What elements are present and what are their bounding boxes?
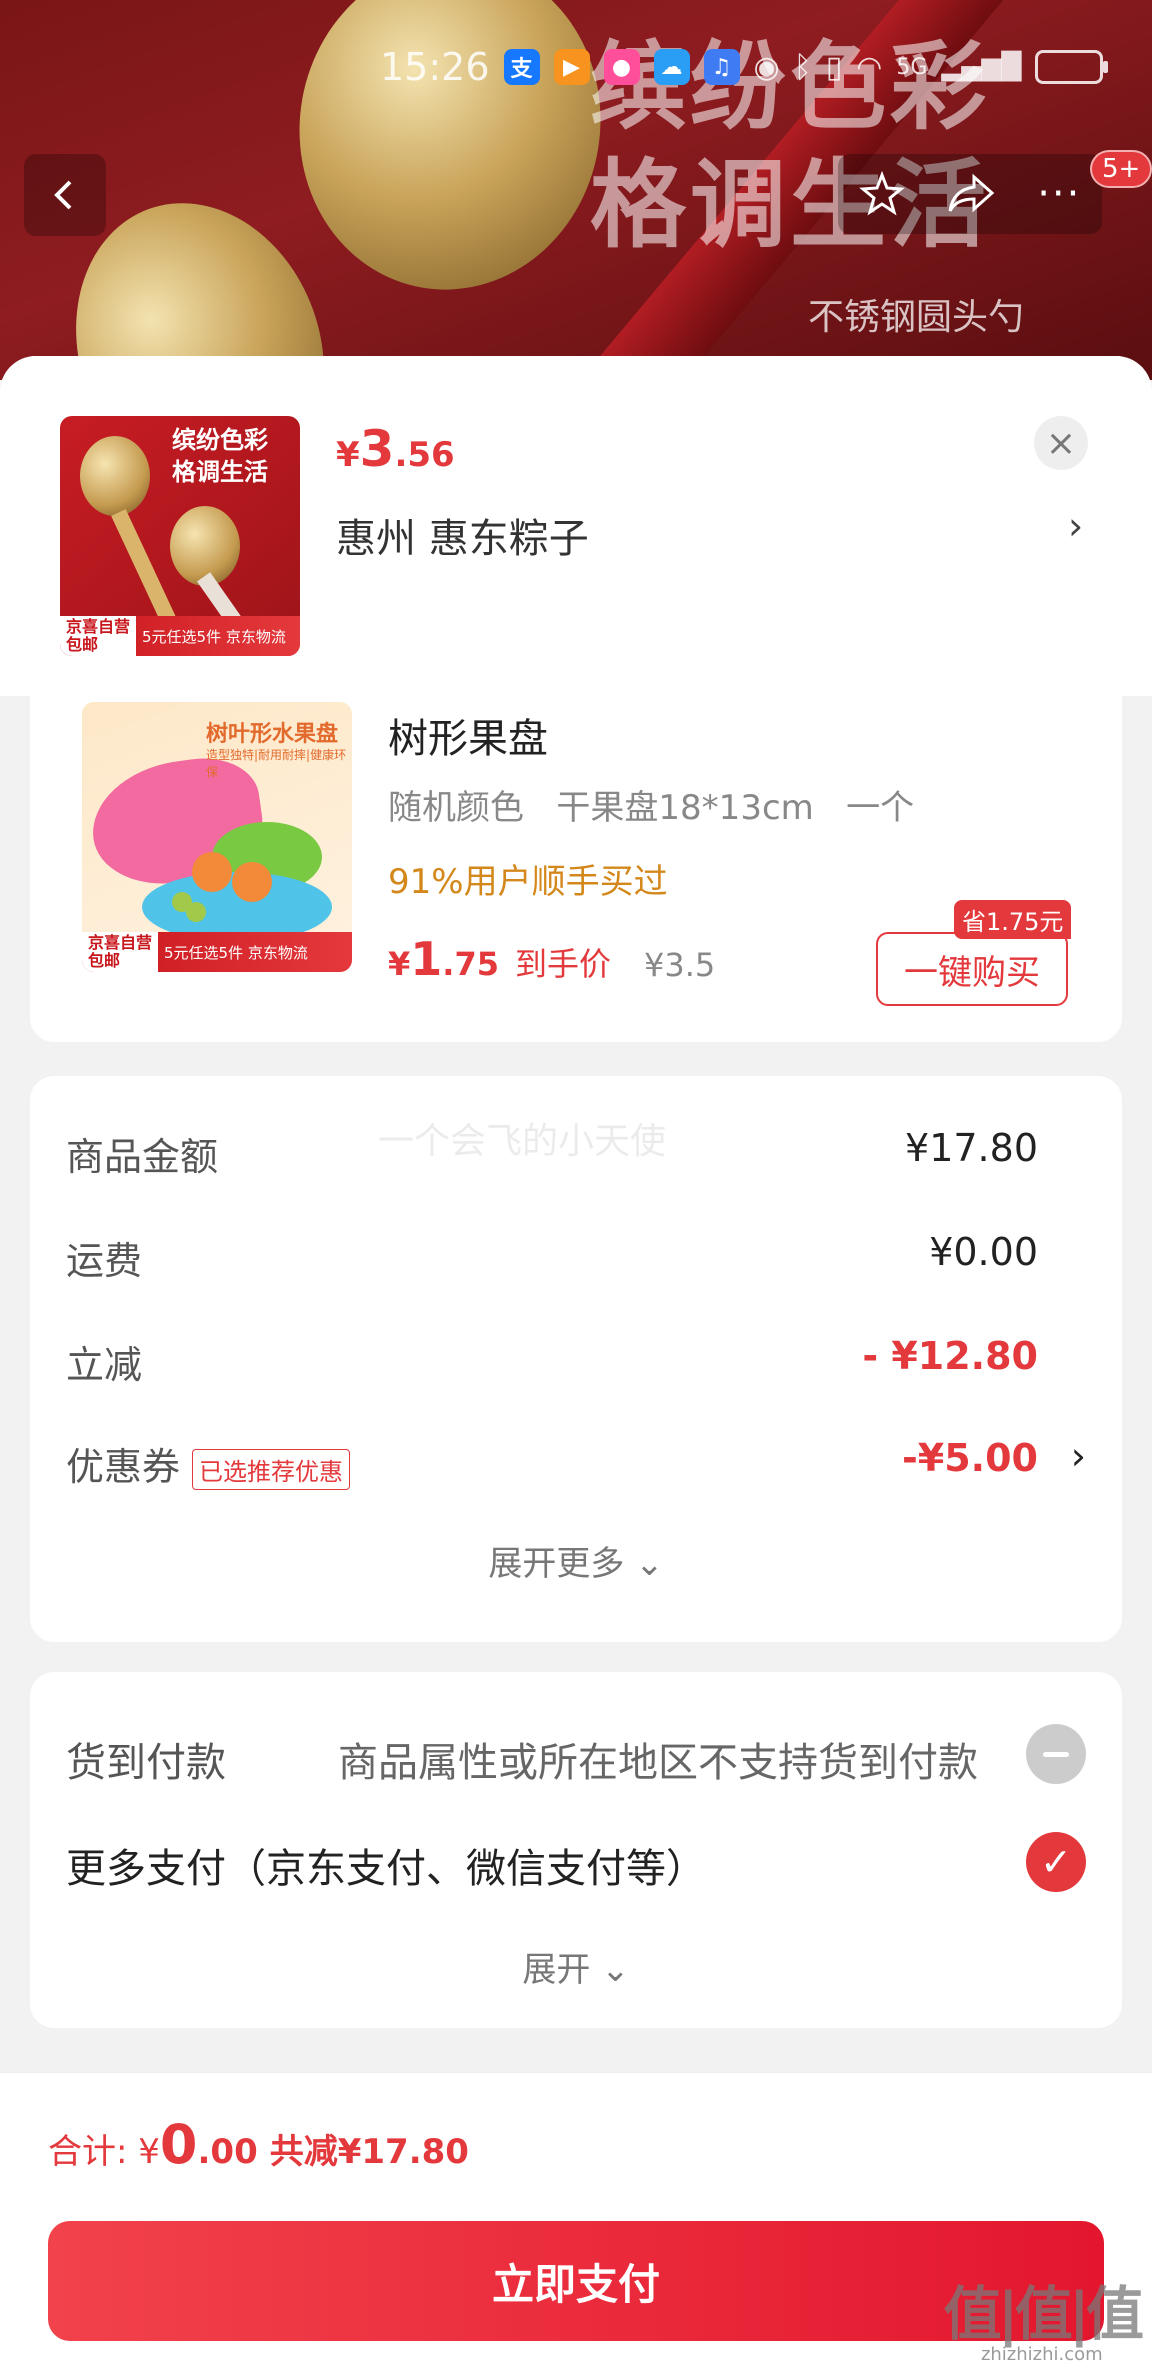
expand-more-button[interactable]: 展开更多 ⌄ [30,1536,1122,1585]
checkmark-icon[interactable]: ✓ [1026,1832,1086,1892]
disabled-radio-icon [1026,1724,1086,1784]
vibrate-icon: ▯ [825,49,843,85]
more-payment-option[interactable]: 更多支付（京东支付、微信支付等） [66,1836,706,1894]
tmall-icon: ● [603,49,640,85]
thumbnail-promo-tag: 京喜自营 包邮 5元任选5件 京东物流 [60,616,300,656]
coupon-tag: 已选推荐优惠 [192,1449,351,1490]
thumbnail-promo-tag: 京喜自营 包邮 5元任选5件 京东物流 [82,932,352,972]
hero-subtitle: 不锈钢圆头勺 [808,297,1025,338]
cash-on-delivery-note: 商品属性或所在地区不支持货到付款 [338,1740,978,1786]
fruit-graphic [232,862,272,902]
save-badge: 省1.75元 [954,900,1072,939]
back-button[interactable] [24,154,106,236]
chevron-down-icon: ⌄ [601,1950,630,1990]
star-icon[interactable] [858,171,905,217]
addon-original-price: ¥3.5 [644,946,716,984]
spoon-graphic [80,436,150,516]
alipay-icon: 支 [503,49,540,85]
music-icon: ♫ [703,49,740,85]
close-icon: × [1045,422,1077,464]
delivery-address[interactable]: 惠州 惠东粽子 [336,506,589,564]
site-watermark-logo: 值|值|值 zhizhizhi.com [943,2280,1144,2365]
chevron-left-icon [54,180,72,210]
cash-on-delivery-label: 货到付款 [66,1740,226,1786]
spoon-graphic [170,506,240,586]
checkout-bottom-bar: 合计: ¥0.00 共减¥17.80 立即支付 值|值|值 zhizhizhi.c… [0,2072,1152,2377]
more-icon[interactable]: ··· [1037,171,1081,217]
coupon-value[interactable]: -¥5.00 [902,1436,1038,1480]
coupon-label: 优惠券 [66,1445,181,1489]
bluetooth-icon: ᛒ [793,49,812,85]
chevron-right-icon[interactable]: › [1068,504,1083,548]
close-button[interactable]: × [1034,416,1088,470]
payment-method-card: 货到付款 商品属性或所在地区不支持货到付款 更多支付（京东支付、微信支付等） ✓… [30,1672,1122,2028]
addon-spec: 随机颜色 干果盘18*13cm 一个 [388,788,915,828]
signal-icon: ▂▄▆█ [941,52,1022,82]
coupon-row[interactable]: 优惠券 已选推荐优惠 [66,1436,351,1491]
addon-name[interactable]: 树形果盘 [388,706,548,764]
thumbnail-subcaption: 造型独特|耐用耐摔|健康环保 [206,748,347,779]
shipping-value: ¥0.00 [929,1230,1038,1274]
goods-amount-label: 商品金额 [66,1135,219,1179]
addon-price: ¥1.75 到手价 [388,932,611,986]
thumbnail-caption: 缤纷色彩 格调生活 [172,426,268,486]
instant-discount-value: - ¥12.80 [862,1334,1038,1378]
grape-graphic [186,902,206,922]
message-count-badge: 5+ [1090,150,1152,188]
instant-discount-label: 立减 [66,1343,143,1387]
product-thumbnail: 缤纷色彩 格调生活 京喜自营 包邮 5元任选5件 京东物流 [60,416,300,656]
order-summary-card: 一个会飞的小天使 商品金额 ¥17.80 运费 ¥0.00 立减 - ¥12.8… [30,1076,1122,1642]
expand-payment-button[interactable]: 展开 ⌄ [30,1942,1122,1991]
eye-icon: ◉ [753,49,780,85]
product-price: ¥3.56 [336,420,455,478]
total-saved: 共减¥17.80 [269,2132,469,2172]
addon-social-proof: 91%用户顺手买过 [388,862,668,902]
share-icon[interactable] [946,171,996,217]
shipping-label: 运费 [66,1239,143,1283]
top-action-group: ··· [838,154,1102,234]
thumbnail-caption: 树叶形水果盘 [206,722,339,747]
5g-signal-icon: 5G [896,54,928,80]
weather-icon: ☁ [653,49,690,85]
fruit-graphic [192,852,232,892]
wifi-icon: ◠ [856,49,883,85]
goods-amount-value: ¥17.80 [905,1126,1038,1170]
recommended-addon-card: 树叶形水果盘 造型独特|耐用耐摔|健康环保 京喜自营 包邮 5元任选5件 京东物流… [30,692,1122,1042]
status-bar: 15:26 支 ▶ ● ☁ ♫ ◉ ᛒ ▯ ◠ 5G ▂▄▆█ [380,42,1109,92]
chevron-right-icon[interactable]: › [1071,1434,1086,1478]
order-total: 合计: ¥0.00 共减¥17.80 [48,2113,469,2176]
selected-product-header: 缤纷色彩 格调生活 京喜自营 包邮 5元任选5件 京东物流 ¥3.56 × 惠州 … [0,356,1152,696]
status-time: 15:26 [380,45,490,89]
chevron-down-icon: ⌄ [635,1544,664,1584]
one-click-buy-button[interactable]: 一键购买 [876,932,1068,1006]
addon-thumbnail: 树叶形水果盘 造型独特|耐用耐摔|健康环保 京喜自营 包邮 5元任选5件 京东物流 [82,702,352,972]
watermark-text: 一个会飞的小天使 [378,1121,667,1162]
battery-icon [1035,50,1109,84]
bilibili-icon: ▶ [553,49,590,85]
